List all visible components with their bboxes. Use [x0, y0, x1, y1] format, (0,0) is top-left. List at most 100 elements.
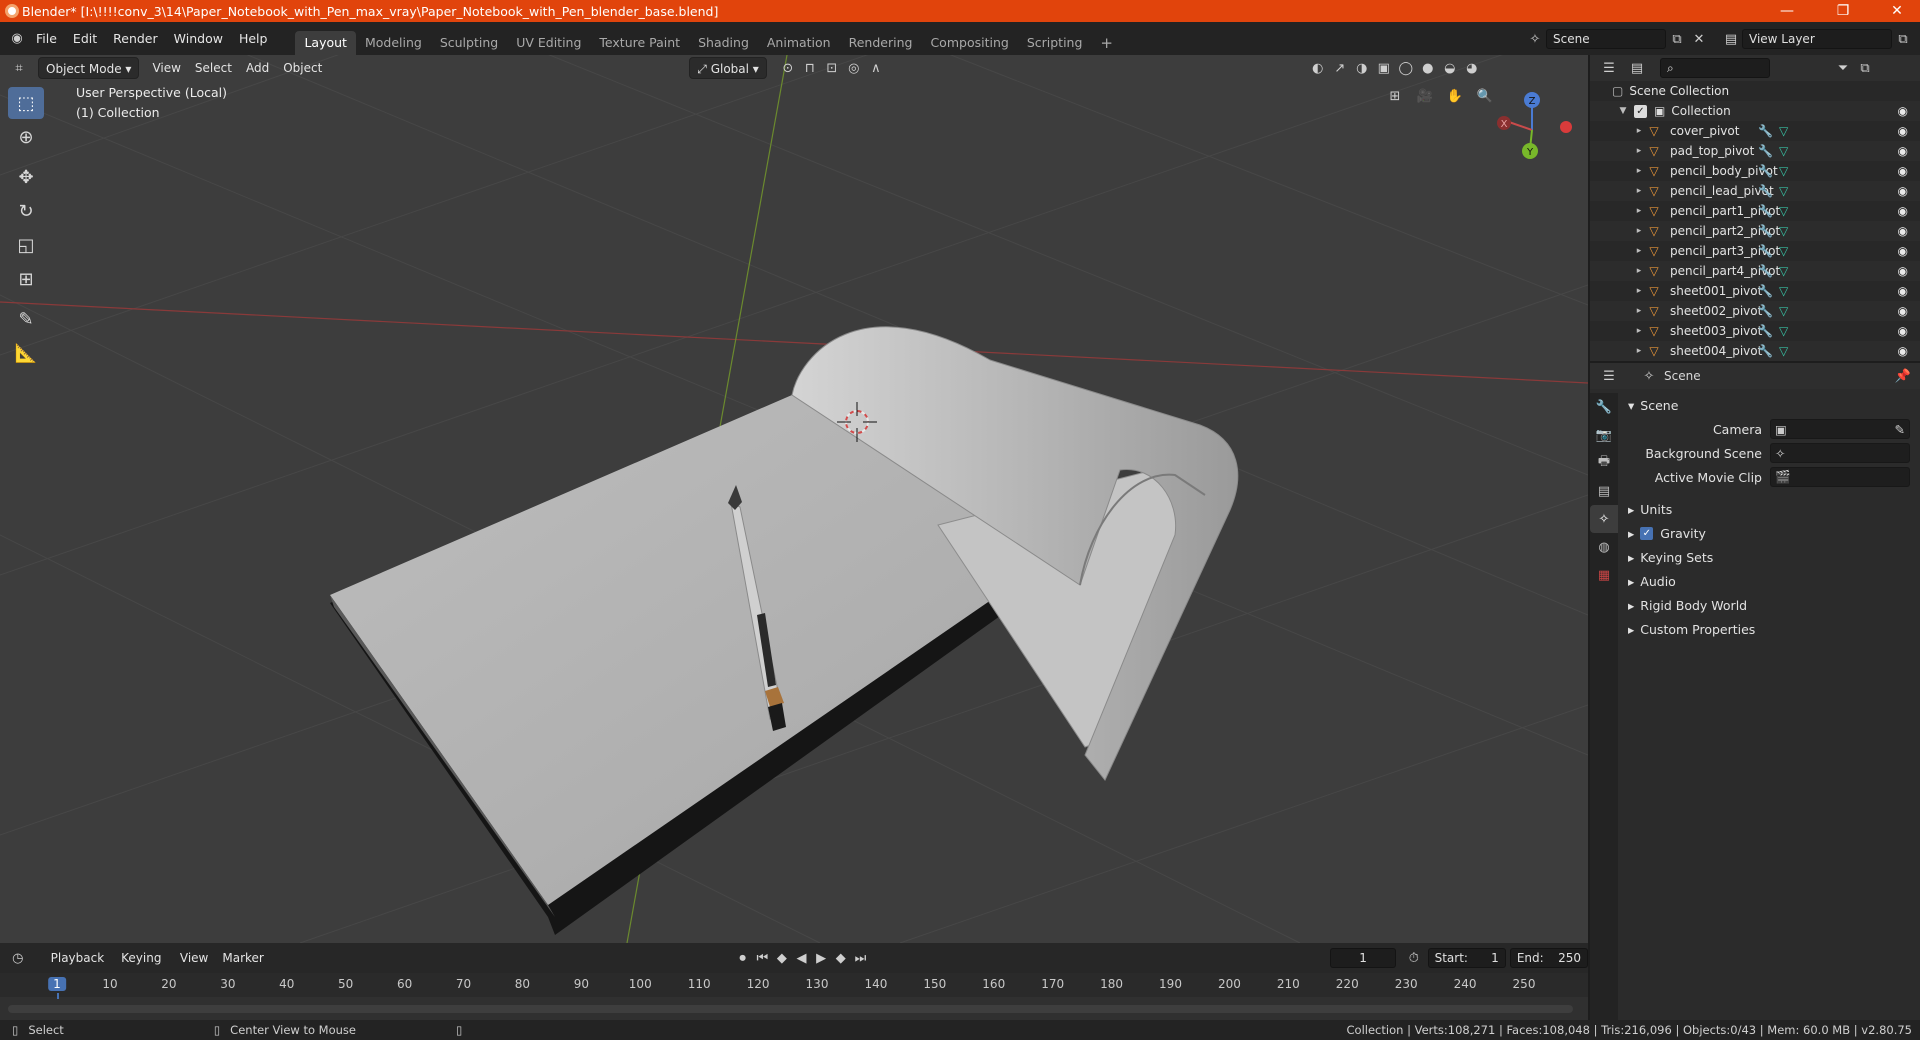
timeline-scrollbar[interactable] [8, 1005, 1573, 1013]
maximize-button[interactable]: ❐ [1820, 0, 1866, 22]
new-scene-icon[interactable]: ⧉ [1666, 28, 1688, 50]
tab-scripting[interactable]: Scripting [1018, 31, 1092, 55]
outliner-item[interactable]: ▸ ▽ pencil_part2_pivot 🔧 ▽ ◉ [1590, 221, 1920, 241]
object-mode-dropdown[interactable]: Object Mode ▾ [38, 57, 140, 79]
viewport-scene[interactable] [0, 55, 1588, 943]
scene-collection-row[interactable]: ▢ Scene Collection [1590, 81, 1920, 101]
outliner-search-input[interactable]: ⌕ [1660, 58, 1770, 78]
scene-panel-header[interactable]: ▾ Scene [1620, 393, 1920, 417]
filter-icon[interactable]: ⏷ [1832, 57, 1854, 79]
editor-type-icon[interactable]: ⌗ [8, 57, 30, 79]
rendered-shading-icon[interactable]: ◕ [1461, 57, 1483, 79]
eye-icon[interactable]: ◉ [1898, 324, 1908, 338]
eye-icon[interactable]: ◉ [1898, 144, 1908, 158]
pivot-point-icon[interactable]: ⊙ [777, 57, 799, 79]
expand-arrow-icon[interactable]: ▸ [1632, 126, 1646, 136]
texture-tab-icon[interactable]: ▦ [1590, 561, 1618, 589]
add-workspace-button[interactable]: + [1091, 31, 1122, 55]
timeline-ruler[interactable]: 1 10 20 30 40 50 60 70 80 90 100 110 120 130 140 150 160… [0, 973, 1588, 999]
keying-sets-panel-header[interactable]: ▸ Keying Sets [1620, 545, 1920, 569]
modifier-wrench-icon[interactable]: 🔧 [1758, 264, 1773, 278]
eyedropper-icon[interactable]: ✎ [1895, 422, 1905, 437]
tab-rendering[interactable]: Rendering [840, 31, 922, 55]
material-shading-icon[interactable]: ◒ [1439, 57, 1461, 79]
menu-window[interactable]: Window [166, 22, 231, 55]
jump-start-icon[interactable]: ⏮ [752, 947, 772, 969]
expand-arrow-icon[interactable]: ▸ [1632, 306, 1646, 316]
playhead-frame-indicator[interactable]: 1 [48, 977, 66, 991]
menu-marker[interactable]: Marker [215, 947, 270, 969]
menu-timeline-view[interactable]: View [173, 947, 215, 969]
mesh-data-icon[interactable]: ▽ [1779, 124, 1788, 138]
pan-hand-icon[interactable]: ✋ [1440, 85, 1470, 107]
3d-viewport[interactable]: ⌗ Object Mode ▾ View Select Add Object ⤢… [0, 55, 1588, 943]
play-icon[interactable]: ▶ [811, 947, 831, 969]
modifier-wrench-icon[interactable]: 🔧 [1758, 124, 1773, 138]
timeline-editor-type-icon[interactable]: ◷ [8, 947, 28, 969]
mesh-data-icon[interactable]: ▽ [1779, 144, 1788, 158]
menu-edit[interactable]: Edit [65, 22, 105, 55]
next-keyframe-icon[interactable]: ◆ [831, 947, 851, 969]
menu-add[interactable]: Add [239, 57, 276, 79]
modifier-wrench-icon[interactable]: 🔧 [1758, 244, 1773, 258]
proportional-edit-icon[interactable]: ◎ [843, 57, 865, 79]
modifier-wrench-icon[interactable]: 🔧 [1758, 344, 1773, 358]
snap-icon[interactable]: ⊓ [799, 57, 821, 79]
expand-arrow-icon[interactable]: ▸ [1632, 166, 1646, 176]
collection-checkbox[interactable]: ✓ [1634, 104, 1647, 118]
new-view-layer-icon[interactable]: ⧉ [1892, 28, 1914, 50]
eye-icon[interactable]: ◉ [1898, 184, 1908, 198]
transform-tool[interactable]: ⊞ [8, 263, 44, 295]
outliner-item[interactable]: ▸ ▽ cover_pivot 🔧 ▽ ◉ [1590, 121, 1920, 141]
stopwatch-icon[interactable]: ⏱ [1404, 947, 1424, 969]
scene-icon[interactable]: ✧ [1524, 28, 1546, 50]
menu-keying[interactable]: Keying ▾ [114, 947, 173, 987]
camera-field[interactable]: ▣ ✎ [1770, 419, 1910, 439]
menu-help[interactable]: Help [231, 22, 276, 55]
play-reverse-icon[interactable]: ◀ [792, 947, 812, 969]
world-tab-icon[interactable]: ◍ [1590, 533, 1618, 561]
modifier-wrench-icon[interactable]: 🔧 [1758, 284, 1773, 298]
mesh-data-icon[interactable]: ▽ [1779, 184, 1788, 198]
camera-view-icon[interactable]: 🎥 [1410, 85, 1440, 107]
display-mode-icon[interactable]: ▤ [1626, 57, 1648, 79]
new-collection-icon[interactable]: ⧉ [1854, 57, 1876, 79]
eye-icon[interactable]: ◉ [1898, 204, 1908, 218]
view-layer-tab-icon[interactable]: ▤ [1590, 477, 1618, 505]
properties-editor-type-icon[interactable]: ☰ [1598, 365, 1620, 387]
prev-keyframe-icon[interactable]: ◆ [772, 947, 792, 969]
select-box-tool[interactable]: ⬚ [8, 87, 44, 119]
solid-shading-icon[interactable]: ● [1417, 57, 1439, 79]
scene-tab-icon[interactable]: ✧ [1590, 505, 1618, 533]
expand-arrow-icon[interactable]: ▸ [1632, 186, 1646, 196]
mesh-data-icon[interactable]: ▽ [1779, 304, 1788, 318]
eye-icon[interactable]: ◉ [1898, 304, 1908, 318]
eye-icon[interactable]: ◉ [1898, 244, 1908, 258]
gizmo-toggle-icon[interactable]: ↗ [1329, 57, 1351, 79]
eye-icon[interactable]: ◉ [1898, 224, 1908, 238]
rigid-body-world-panel-header[interactable]: ▸ Rigid Body World [1620, 593, 1920, 617]
custom-properties-panel-header[interactable]: ▸ Custom Properties [1620, 617, 1920, 641]
end-frame-field[interactable]: End: 250 [1509, 948, 1589, 968]
outliner-item[interactable]: ▸ ▽ pencil_part3_pivot 🔧 ▽ ◉ [1590, 241, 1920, 261]
audio-panel-header[interactable]: ▸ Audio [1620, 569, 1920, 593]
outliner-item[interactable]: ▸ ▽ sheet003_pivot 🔧 ▽ ◉ [1590, 321, 1920, 341]
modifier-wrench-icon[interactable]: 🔧 [1758, 304, 1773, 318]
falloff-icon[interactable]: ∧ [865, 57, 887, 79]
scale-tool[interactable]: ◱ [8, 229, 44, 261]
menu-file[interactable]: File [28, 22, 65, 55]
collection-row[interactable]: ▼ ✓ ▣ Collection ◉ [1590, 101, 1920, 121]
gravity-panel-header[interactable]: ▸ ✓ Gravity [1620, 521, 1920, 545]
units-panel-header[interactable]: ▸ Units [1620, 497, 1920, 521]
delete-view-layer-icon[interactable]: ✕ [1914, 28, 1920, 50]
overlay-toggle-icon[interactable]: ◑ [1351, 57, 1373, 79]
eye-icon[interactable]: ◉ [1898, 264, 1908, 278]
tab-modeling[interactable]: Modeling [356, 31, 431, 55]
tab-compositing[interactable]: Compositing [921, 31, 1017, 55]
modifier-wrench-icon[interactable]: 🔧 [1758, 144, 1773, 158]
menu-object[interactable]: Object [276, 57, 329, 79]
expand-arrow-icon[interactable]: ▸ [1632, 326, 1646, 336]
outliner-item[interactable]: ▸ ▽ sheet001_pivot 🔧 ▽ ◉ [1590, 281, 1920, 301]
view-layer-field[interactable]: View Layer [1742, 29, 1892, 49]
move-tool[interactable]: ✥ [8, 161, 44, 193]
